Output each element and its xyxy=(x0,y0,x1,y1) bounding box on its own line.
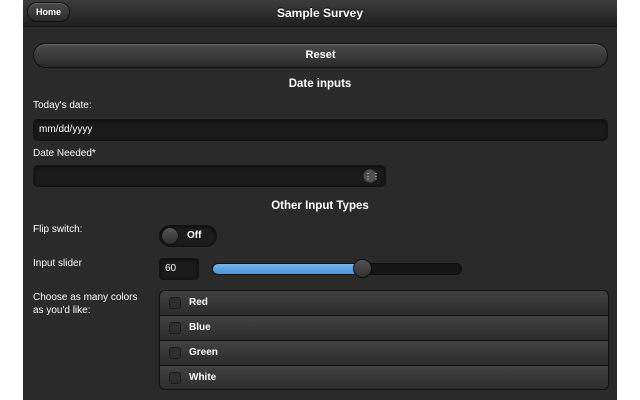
colors-label: Choose as many colors as you'd like: xyxy=(33,292,138,316)
flip-switch-knob[interactable] xyxy=(161,227,179,245)
checkbox-box[interactable] xyxy=(169,297,181,309)
checkbox-label: Blue xyxy=(189,322,211,333)
page-title: Sample Survey xyxy=(276,6,364,20)
survey-page: Sample Survey Home Reset Date inputs Tod… xyxy=(23,0,617,400)
section-heading-date-inputs: Date inputs xyxy=(288,78,352,90)
checkbox-blue[interactable]: Blue xyxy=(160,316,608,341)
todays-date-label: Today's date: xyxy=(33,100,92,111)
checkbox-box[interactable] xyxy=(169,372,181,384)
home-button[interactable]: Home xyxy=(27,2,71,22)
date-needed-input[interactable]: ⋮⋮ xyxy=(33,165,386,187)
header-bar: Sample Survey Home xyxy=(23,0,617,27)
colors-checkbox-group: Red Blue Green White xyxy=(159,290,609,390)
checkbox-red[interactable]: Red xyxy=(160,291,608,316)
checkbox-box[interactable] xyxy=(169,322,181,334)
checkbox-label: Red xyxy=(189,297,208,308)
checkbox-white[interactable]: White xyxy=(160,366,608,389)
flip-switch-state: Off xyxy=(187,230,202,241)
date-needed-label: Date Needed* xyxy=(33,148,96,159)
input-slider-label: Input slider xyxy=(33,258,82,269)
slider-fill xyxy=(213,264,363,274)
checkbox-label: White xyxy=(189,372,217,383)
section-heading-other-inputs: Other Input Types xyxy=(271,200,369,212)
reset-button[interactable]: Reset xyxy=(33,43,608,68)
flip-switch-label: Flip switch: xyxy=(33,224,83,235)
flip-switch[interactable]: Off xyxy=(159,225,217,247)
slider-handle[interactable] xyxy=(353,259,372,278)
slider-value-input[interactable]: 60 xyxy=(159,258,199,280)
checkbox-label: Green xyxy=(189,347,218,358)
slider-track[interactable] xyxy=(212,263,462,275)
calendar-picker-icon[interactable]: ⋮⋮ xyxy=(363,169,380,183)
todays-date-input[interactable]: mm/dd/yyyy xyxy=(33,119,608,141)
checkbox-box[interactable] xyxy=(169,347,181,359)
checkbox-green[interactable]: Green xyxy=(160,341,608,366)
